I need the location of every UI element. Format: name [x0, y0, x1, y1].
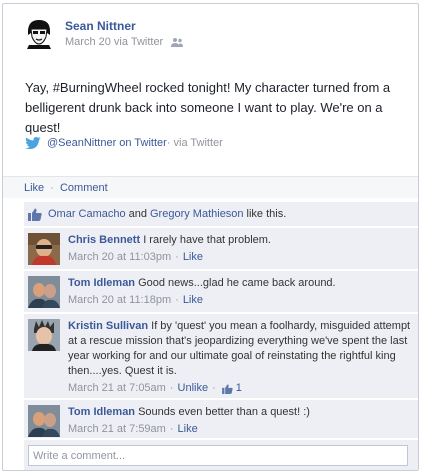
commenter-avatar-icon	[28, 319, 60, 351]
meta-separator: ·	[169, 382, 174, 394]
commenter-name[interactable]: Kristin Sullivan	[68, 320, 148, 332]
comment-item: Tom Idleman Good news...glad he came bac…	[24, 271, 418, 313]
comment-unlike-button[interactable]: Unlike	[178, 381, 209, 396]
comment-item: Kristin Sullivan If by 'quest' you mean …	[24, 314, 418, 399]
comment-item: Chris Bennett I rarely have that problem…	[24, 228, 418, 270]
thumbs-up-icon	[28, 208, 42, 221]
via-twitter-label: · via Twitter	[166, 137, 223, 149]
meta-separator: ·	[175, 251, 179, 263]
liker-link[interactable]: Omar Camacho	[48, 208, 126, 220]
avatar[interactable]	[23, 17, 55, 49]
post-author[interactable]: Sean Nittner	[65, 19, 136, 33]
like-button[interactable]: Like	[24, 182, 44, 194]
commenter-name[interactable]: Tom Idleman	[68, 277, 135, 289]
likes-and-label: and	[128, 208, 147, 220]
author-avatar-icon	[23, 17, 55, 49]
comment-meta: March 21 at 7:05am · Unlike · 1	[68, 381, 412, 396]
post-timestamp[interactable]: March 20 via Twitter	[65, 36, 163, 48]
write-comment-input[interactable]	[28, 445, 408, 466]
comment-like-button[interactable]: Like	[183, 293, 203, 308]
commenter-name[interactable]: Tom Idleman	[68, 406, 135, 418]
comment-item: Tom Idleman Sounds even better than a qu…	[24, 400, 418, 439]
comment-text: I rarely have that problem.	[143, 234, 271, 246]
avatar[interactable]	[28, 276, 60, 308]
comment-like-button[interactable]: Like	[178, 422, 198, 437]
meta-separator: ·	[175, 294, 179, 306]
comment-timestamp[interactable]: March 20 at 11:18pm	[68, 293, 171, 308]
likes-summary: Omar Camacho and Gregory Mathieson like …	[24, 202, 418, 227]
avatar[interactable]	[28, 233, 60, 265]
post-meta: March 20 via Twitter	[65, 36, 184, 48]
post-header: Sean Nittner March 20 via Twitter	[23, 17, 403, 57]
commenter-avatar-icon	[28, 405, 60, 437]
comment-timestamp[interactable]: March 20 at 11:03pm	[68, 250, 171, 265]
comment-like-button[interactable]: Like	[183, 250, 203, 265]
liker-link[interactable]: Gregory Mathieson	[150, 208, 244, 220]
avatar[interactable]	[28, 405, 60, 437]
comment-body: Tom Idleman Sounds even better than a qu…	[68, 405, 412, 437]
comment-body: Kristin Sullivan If by 'quest' you mean …	[68, 319, 412, 396]
meta-separator: ·	[212, 382, 216, 394]
comment-text: Good news...glad he came back around.	[138, 277, 336, 289]
meta-separator: ·	[169, 423, 174, 435]
post-card: Sean Nittner March 20 via Twitter Yay, #…	[2, 3, 419, 471]
post-source: @SeanNittner on Twitter · via Twitter	[25, 137, 223, 149]
comment-body: Tom Idleman Good news...glad he came bac…	[68, 276, 412, 308]
twitter-handle-link[interactable]: @SeanNittner on Twitter	[47, 137, 167, 149]
friends-privacy-icon[interactable]	[171, 37, 184, 47]
avatar[interactable]	[28, 319, 60, 351]
comment-body: Chris Bennett I rarely have that problem…	[68, 233, 412, 265]
likes-suffix-label: like this.	[246, 208, 287, 220]
commenter-name[interactable]: Chris Bennett	[68, 234, 140, 246]
action-separator: ·	[50, 182, 54, 194]
comment-timestamp[interactable]: March 21 at 7:59am	[68, 422, 166, 437]
comment-meta: March 20 at 11:18pm · Like	[68, 293, 412, 308]
comment-timestamp[interactable]: March 21 at 7:05am	[68, 381, 166, 396]
thumbs-up-icon[interactable]	[221, 383, 233, 394]
write-comment-area	[24, 440, 418, 470]
comment-meta: March 21 at 7:59am · Like	[68, 422, 412, 437]
comment-meta: March 20 at 11:03pm · Like	[68, 250, 412, 265]
comment-button[interactable]: Comment	[60, 182, 108, 194]
comment-text: Sounds even better than a quest! :)	[138, 406, 310, 418]
commenter-avatar-icon	[28, 276, 60, 308]
comment-like-count[interactable]: 1	[236, 381, 242, 396]
post-actions-bar: Like · Comment	[3, 176, 418, 198]
post-message: Yay, #BurningWheel rocked tonight! My ch…	[25, 80, 391, 135]
twitter-bird-icon	[25, 137, 41, 149]
commenter-avatar-icon	[28, 233, 60, 265]
